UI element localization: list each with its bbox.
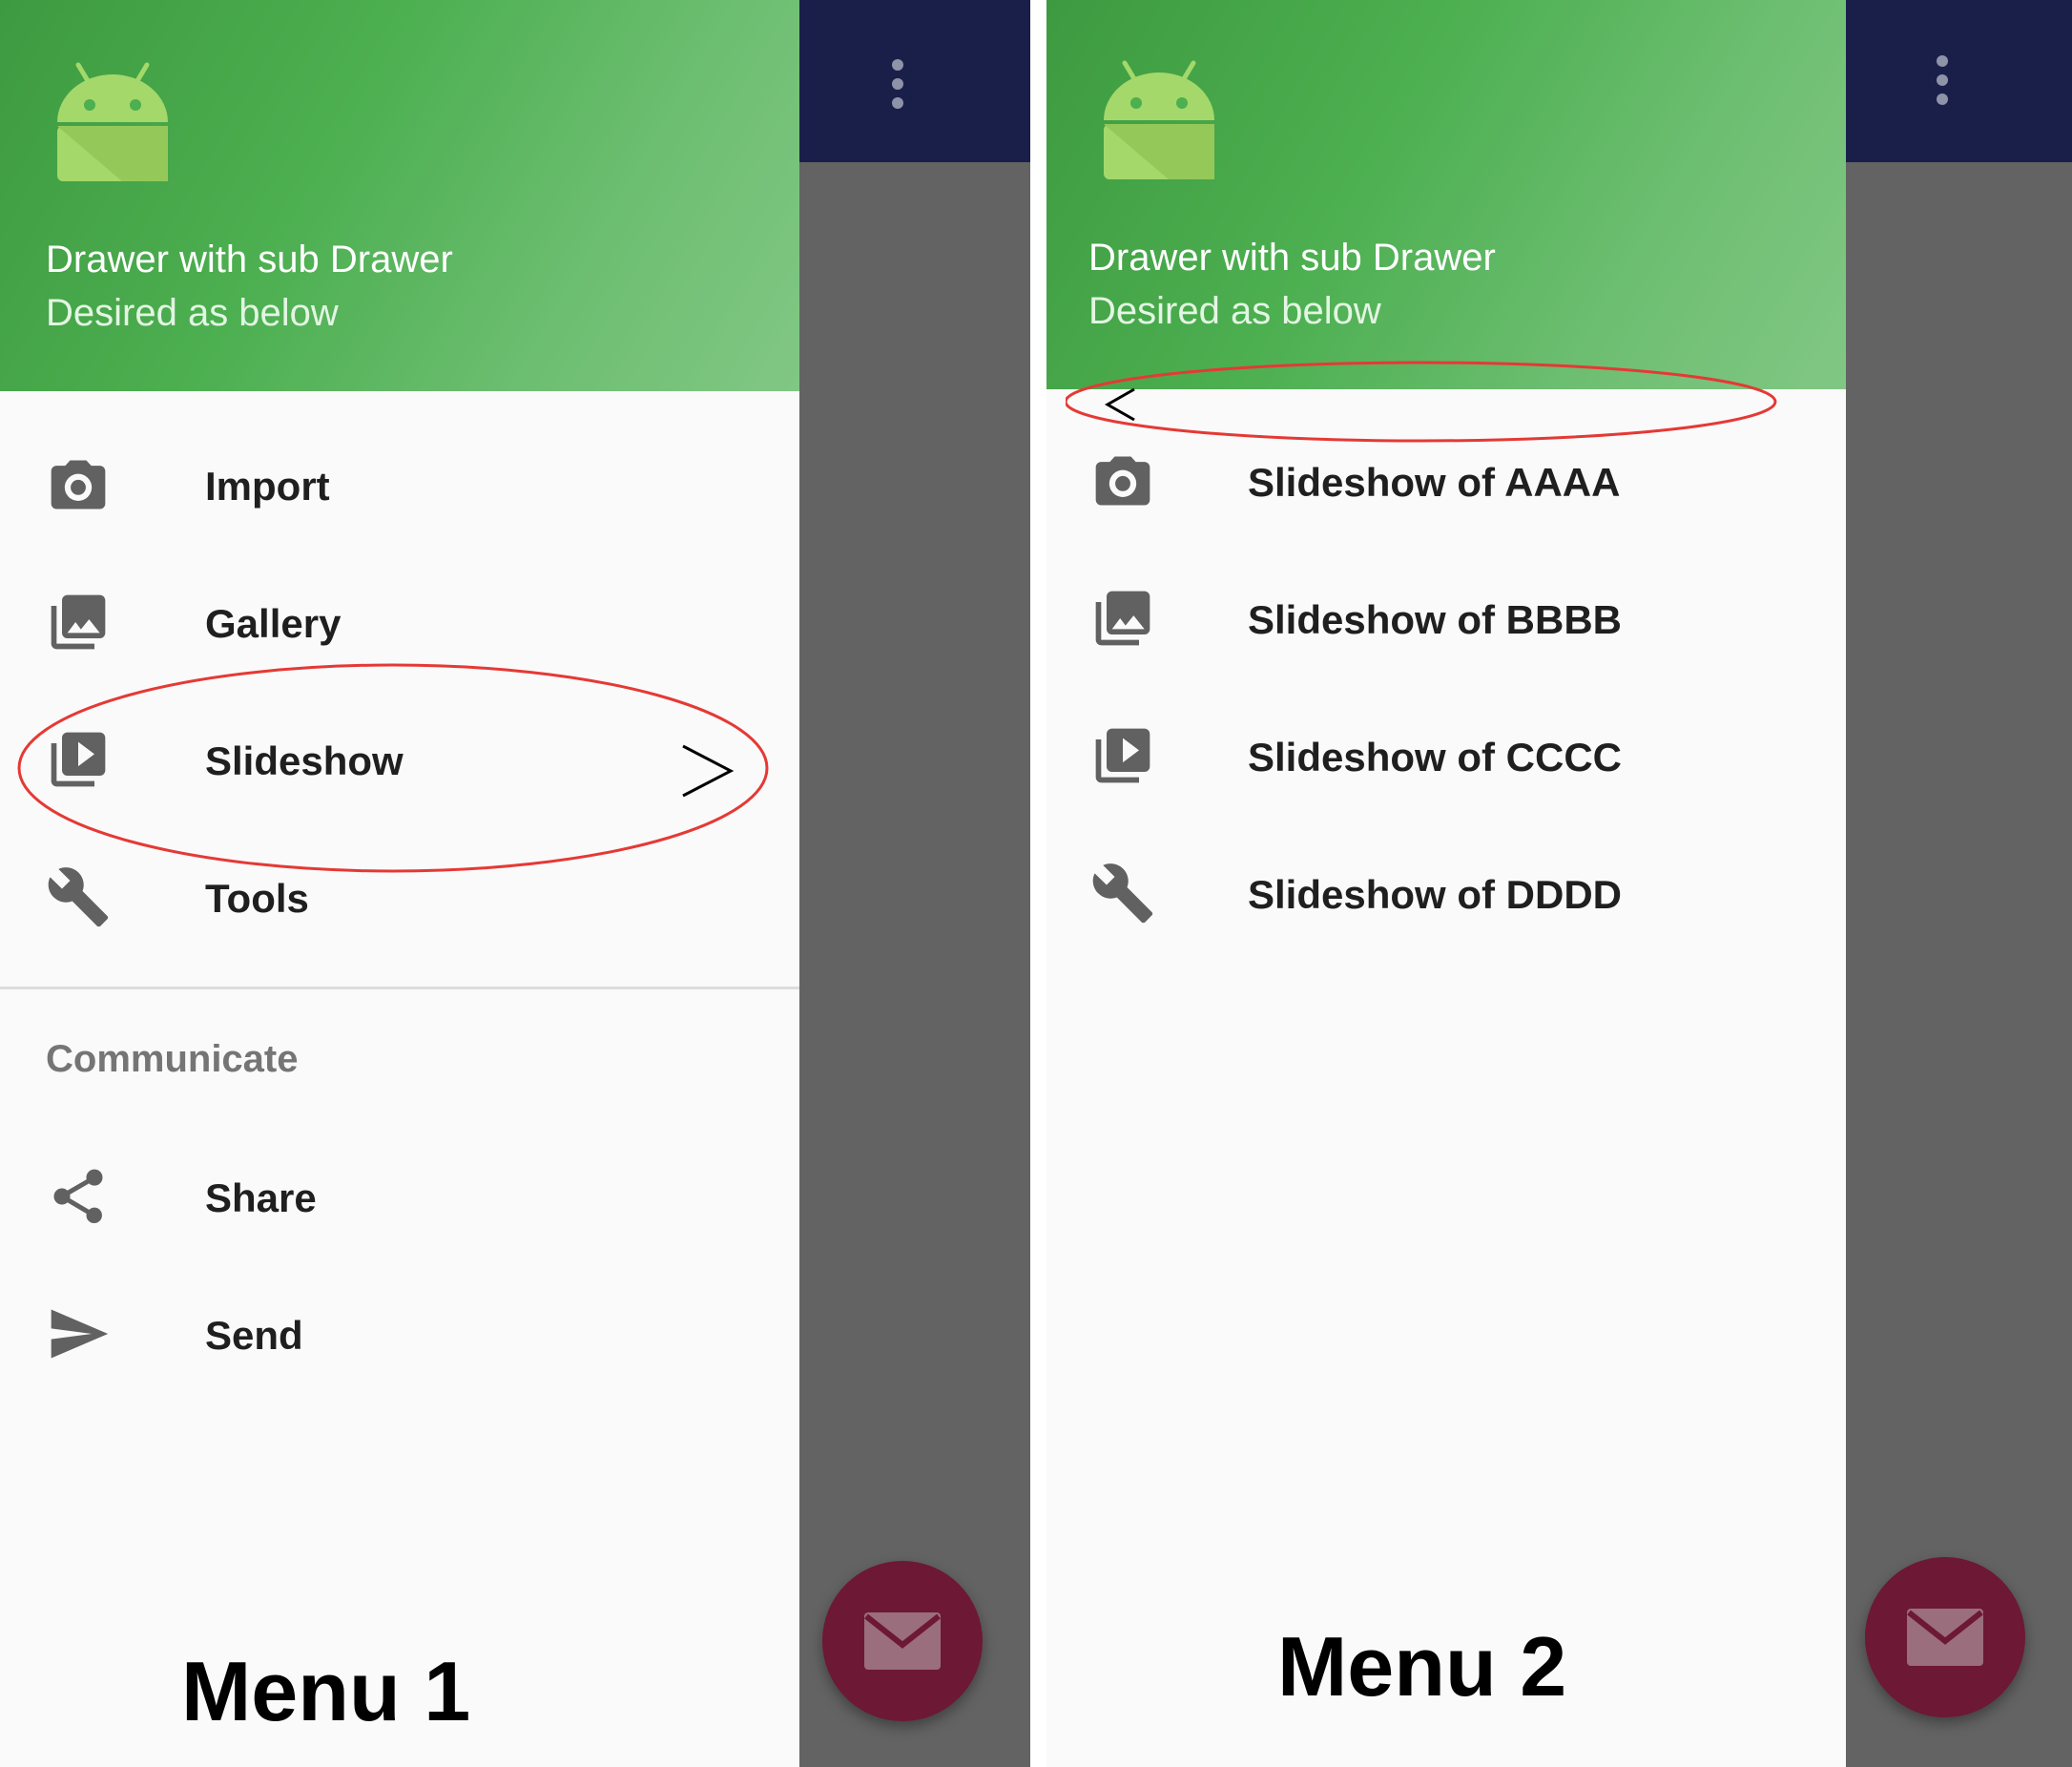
gallery-icon bbox=[46, 590, 111, 655]
nav-item-label: Send bbox=[205, 1313, 303, 1358]
chevron-right-icon[interactable] bbox=[679, 740, 736, 801]
overflow-menu-icon[interactable] bbox=[889, 59, 906, 113]
back-chevron-icon[interactable] bbox=[1104, 385, 1138, 424]
nav-item-send[interactable]: Send bbox=[0, 1277, 799, 1391]
nav-item-label: Slideshow of DDDD bbox=[1248, 872, 1623, 917]
section-header-communicate: Communicate bbox=[46, 1038, 299, 1080]
nav-item-share[interactable]: Share bbox=[0, 1139, 799, 1254]
drawer-header-subtitle: Desired as below bbox=[46, 292, 339, 334]
nav-item-gallery[interactable]: Gallery bbox=[0, 565, 799, 679]
nav-item-slideshow[interactable]: Slideshow bbox=[0, 702, 799, 817]
drawer-header-title: Drawer with sub Drawer bbox=[1088, 237, 1496, 279]
send-icon bbox=[46, 1301, 111, 1366]
nav-item-slideshow-dddd[interactable]: Slideshow of DDDD bbox=[1046, 836, 1846, 950]
nav-item-label: Slideshow of BBBB bbox=[1248, 597, 1623, 642]
menu-caption: Menu 2 bbox=[1277, 1619, 1567, 1714]
app-bar bbox=[1846, 0, 2072, 162]
app-bar bbox=[799, 0, 1030, 162]
email-fab[interactable] bbox=[822, 1561, 983, 1721]
nav-item-slideshow-cccc[interactable]: Slideshow of CCCC bbox=[1046, 698, 1846, 813]
nav-item-label: Import bbox=[205, 464, 330, 509]
camera-icon bbox=[1090, 448, 1155, 513]
wrench-icon bbox=[46, 864, 111, 929]
nav-item-tools[interactable]: Tools bbox=[0, 840, 799, 954]
nav-item-label: Tools bbox=[205, 876, 309, 921]
panel-gap bbox=[1030, 0, 1046, 1767]
nav-item-label: Slideshow of CCCC bbox=[1248, 735, 1623, 780]
nav-item-label: Gallery bbox=[205, 601, 342, 646]
mail-icon bbox=[864, 1612, 941, 1670]
menu2-screen: Drawer with sub Drawer Desired as below … bbox=[1046, 0, 2072, 1767]
drawer-header: Drawer with sub Drawer Desired as below bbox=[1046, 0, 1846, 389]
android-logo-icon bbox=[1104, 60, 1214, 179]
navigation-drawer: Drawer with sub Drawer Desired as below … bbox=[1046, 0, 1846, 1767]
nav-item-import[interactable]: Import bbox=[0, 427, 799, 542]
menu-caption: Menu 1 bbox=[181, 1644, 471, 1738]
email-fab[interactable] bbox=[1865, 1557, 2025, 1717]
slideshow-icon bbox=[1090, 723, 1155, 788]
overflow-menu-icon[interactable] bbox=[1934, 55, 1951, 109]
drawer-header: Drawer with sub Drawer Desired as below bbox=[0, 0, 799, 391]
nav-item-slideshow-bbbb[interactable]: Slideshow of BBBB bbox=[1046, 561, 1846, 676]
android-logo-icon bbox=[57, 62, 168, 181]
drawer-header-subtitle: Desired as below bbox=[1088, 290, 1381, 332]
divider bbox=[0, 987, 799, 989]
slideshow-icon bbox=[46, 727, 111, 792]
gallery-icon bbox=[1090, 586, 1155, 651]
main-content-scrim[interactable] bbox=[1846, 0, 2072, 1767]
navigation-drawer: Drawer with sub Drawer Desired as below … bbox=[0, 0, 799, 1767]
wrench-icon bbox=[1090, 861, 1155, 925]
drawer-header-title: Drawer with sub Drawer bbox=[46, 239, 453, 281]
mail-icon bbox=[1907, 1609, 1983, 1666]
menu1-screen: Drawer with sub Drawer Desired as below … bbox=[0, 0, 1030, 1767]
nav-item-slideshow-aaaa[interactable]: Slideshow of AAAA bbox=[1046, 424, 1846, 538]
nav-item-label: Slideshow of AAAA bbox=[1248, 460, 1621, 505]
share-icon bbox=[46, 1164, 111, 1229]
camera-icon bbox=[46, 452, 111, 517]
nav-item-label: Share bbox=[205, 1175, 317, 1220]
nav-item-label: Slideshow bbox=[205, 738, 404, 783]
main-content-scrim[interactable] bbox=[799, 0, 1030, 1767]
